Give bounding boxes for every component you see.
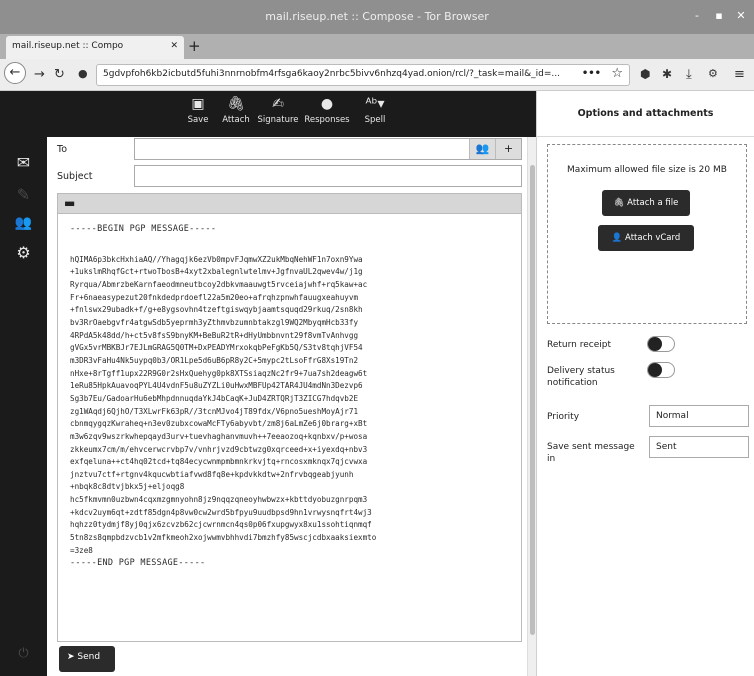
signature-button[interactable]: ✍ Signature — [255, 95, 301, 125]
pgp-line: hc5fkmvmn0uzbwn4cqxmzgmnyohn8jz9nqqzqneo… — [70, 495, 368, 505]
pgp-line: gVGx5vrMBKBJr7EJLmGRAG5Q0TM+DxPEADYMrxok… — [70, 343, 363, 353]
download-icon[interactable]: ⤓ — [686, 67, 692, 82]
person-icon: 👤 — [611, 233, 623, 243]
pgp-line: Sg3b7Eu/GadoarHu6ebMhpdnnuqdaYkJ4bCaqK+J… — [70, 393, 359, 403]
save-sent-select[interactable]: Sent — [649, 436, 749, 458]
delivery-status-toggle[interactable] — [647, 362, 675, 378]
save-sent-label: Save sent message in — [547, 442, 635, 464]
forward-arrow-icon[interactable]: → — [34, 67, 45, 82]
to-field[interactable]: 👥 + — [134, 138, 522, 160]
responses-button[interactable]: ● Responses — [303, 95, 351, 125]
shield-icon[interactable]: ⬢ — [640, 67, 650, 81]
options-title: Options and attachments — [537, 91, 754, 137]
save-button[interactable]: ▣ Save — [180, 95, 216, 125]
subject-field[interactable] — [134, 165, 522, 187]
window-title: mail.riseup.net :: Compose - Tor Browser — [265, 10, 489, 23]
new-tab-button[interactable]: + — [188, 37, 201, 55]
reload-icon[interactable]: ↻ — [54, 67, 65, 82]
message-body[interactable]: -----BEGIN PGP MESSAGE----- hQIMA6p3bkcH… — [57, 214, 522, 642]
send-button[interactable]: ➤ Send — [59, 646, 115, 672]
logout-power-icon[interactable]: ⏻ — [0, 646, 47, 661]
pgp-line: bv3RrOaebgvfr4atgwSdb5yeprmh3yZthmvbzumn… — [70, 317, 359, 327]
pgp-line: +1ukslmRhqfGct+rtwoTbosB+4xyt2xbalegnlwt… — [70, 267, 363, 277]
subject-label: Subject — [57, 171, 93, 182]
pgp-line: hQIMA6p3bkcHxhiaAQ//Yhagqjk6ezVb0mpvFJqm… — [70, 254, 363, 264]
options-panel: Options and attachments Maximum allowed … — [536, 91, 754, 676]
priority-label: Priority — [547, 412, 580, 422]
url-bar[interactable]: 5gdvpfoh6kb2icbutd5fuhi3nnrnobfm4rfsga6k… — [96, 64, 630, 86]
pgp-line: +fnlswx29ubadk+f/g+e8ygsovhn4tzeftgiswqy… — [70, 305, 363, 315]
pgp-line: Ryrqua/AbmrzbeKarnfaeodmneutbcoy2dbkvmaa… — [70, 279, 368, 289]
paperclip-icon: 🖇 — [613, 198, 625, 208]
compose-toolbar: ▣ Save 🖇 Attach ✍ Signature ● Responses … — [47, 91, 536, 137]
pgp-line: exfqeluna++ct4hq02tcd+tq84ecycwnmpmbmnkr… — [70, 457, 368, 467]
window-titlebar: mail.riseup.net :: Compose - Tor Browser… — [0, 0, 754, 34]
tab-label: mail.riseup.net :: Compo — [12, 41, 124, 51]
spellcheck-icon: ᴬᵇ▾ — [365, 96, 385, 112]
close-window-button[interactable]: ✕ — [734, 9, 748, 23]
browser-tab[interactable]: mail.riseup.net :: Compo ✕ — [6, 36, 184, 59]
onion-icon[interactable]: ● — [78, 67, 88, 80]
app-sidebar: ✉ ✎ 👥 ⚙ ⏻ — [0, 91, 47, 676]
pgp-line: cbnmqygqzKwraheq+n3ev0zubxcowaMcFTy6abyv… — [70, 419, 368, 429]
editor-mode-icon[interactable]: ▬ — [64, 196, 75, 210]
pgp-line: 4RPdA5k48dd/h+ct5v8fsS9bnyKM+BeBuR2tR+dH… — [70, 330, 359, 340]
back-arrow-icon[interactable]: ← — [4, 62, 26, 84]
compose-form: To 👥 + Subject ▬ -----BEGIN PGP MESSAGE-… — [47, 137, 527, 676]
delivery-status-label: Delivery status notification — [547, 366, 615, 388]
mail-icon[interactable]: ✉ — [0, 153, 47, 172]
tor-circuit-icon[interactable]: ✱ — [662, 67, 672, 81]
attach-vcard-button[interactable]: 👤 Attach vCard — [598, 225, 694, 251]
minimize-button[interactable]: - — [690, 9, 704, 23]
pgp-line: m3DR3vFaHu4Nk5uypq0b3/OR1Lpe5d6uB6pR8y2C… — [70, 355, 359, 365]
page-actions-icon[interactable]: ••• — [582, 68, 601, 79]
pgp-line: nHxe+8rTgff1upx22R9G0r2sHxQuehyg0pk8XTSs… — [70, 368, 368, 378]
pgp-begin-line: -----BEGIN PGP MESSAGE----- — [70, 224, 217, 234]
add-contact-icon[interactable]: 👥 — [469, 139, 495, 159]
settings-gear-icon[interactable]: ⚙ — [0, 243, 47, 262]
navigation-bar: ← → ↻ ● 5gdvpfoh6kb2icbutd5fuhi3nnrnobfm… — [0, 59, 754, 91]
return-receipt-label: Return receipt — [547, 340, 611, 350]
pgp-line: Fr+6naeasypezut20fnkdedprdoefl22a5m20eo+… — [70, 292, 359, 302]
contacts-icon[interactable]: 👥 — [0, 215, 47, 231]
maximize-button[interactable]: ▪ — [712, 9, 726, 23]
add-recipient-icon[interactable]: + — [495, 139, 521, 159]
pgp-armored-block: hQIMA6p3bkcHxhiaAQ//Yhagqjk6ezVb0mpvFJqm… — [70, 254, 511, 558]
pgp-line: m3w6zqv9wszrkwhepqayd3urv+tuevhaghanvmuv… — [70, 431, 368, 441]
send-icon: ➤ — [67, 652, 75, 662]
paperclip-icon: 🖇 — [227, 96, 245, 112]
menu-icon[interactable]: ≡ — [734, 67, 745, 82]
pgp-line: jnztvu7ctf+rtgnv4kqucwbtiafvwd8fq8e+kpdv… — [70, 469, 354, 479]
close-tab-icon[interactable]: ✕ — [170, 41, 178, 51]
to-label: To — [57, 144, 68, 155]
pgp-line: zkkeumx7cm/m/ehvcerwcrvbp7v/vnhrjvzd9cbt… — [70, 444, 368, 454]
compose-pencil-icon[interactable]: ✎ — [0, 185, 47, 204]
pgp-line: =3ze8 — [70, 545, 93, 555]
bookmark-star-icon[interactable]: ☆ — [611, 66, 623, 81]
pgp-line: hqhzz0tydmjf8yj0qjx6zcvzb62cjcwrnmcn4qs0… — [70, 520, 372, 530]
max-file-size-text: Maximum allowed file size is 20 MB — [567, 165, 727, 175]
pgp-line: +nbqk8c8dtvjbkx5j+eljoqg8 — [70, 482, 185, 492]
url-text: 5gdvpfoh6kb2icbutd5fuhi3nnrnobfm4rfsga6k… — [103, 69, 560, 79]
pgp-line: +kdcv2uym6qt+zdtf85dgn4p8vw0cw2wrd5bfpyu… — [70, 507, 372, 517]
priority-select[interactable]: Normal — [649, 405, 749, 427]
extension-icon[interactable]: ⚙ — [708, 67, 718, 80]
attachment-dropzone[interactable]: Maximum allowed file size is 20 MB 🖇 Att… — [547, 144, 747, 324]
compose-scrollbar[interactable] — [527, 137, 536, 676]
pgp-end-line: -----END PGP MESSAGE----- — [70, 558, 206, 569]
tab-bar: mail.riseup.net :: Compo ✕ + — [0, 34, 754, 59]
floppy-disk-icon: ▣ — [191, 96, 205, 112]
signature-icon: ✍ — [272, 96, 284, 112]
speech-bubble-icon: ● — [320, 96, 334, 112]
return-receipt-toggle[interactable] — [647, 336, 675, 352]
attach-button[interactable]: 🖇 Attach — [217, 95, 255, 125]
spell-button[interactable]: ᴬᵇ▾ Spell — [355, 95, 395, 125]
editor-header: ▬ — [57, 193, 522, 214]
pgp-line: 5tn8zs8qmpbdzvcb1v2mfkmeoh2xojwwmvbhhvdi… — [70, 533, 377, 543]
pgp-line: 1eRu85HpkAuavoqPYL4U4vdnF5u8uZYZLi0uHwxM… — [70, 381, 363, 391]
pgp-line: zg1WAqdj6QjhO/T3XLwrFk63pR//3tcnMJvo4jT8… — [70, 406, 359, 416]
attach-file-button[interactable]: 🖇 Attach a file — [602, 190, 690, 216]
